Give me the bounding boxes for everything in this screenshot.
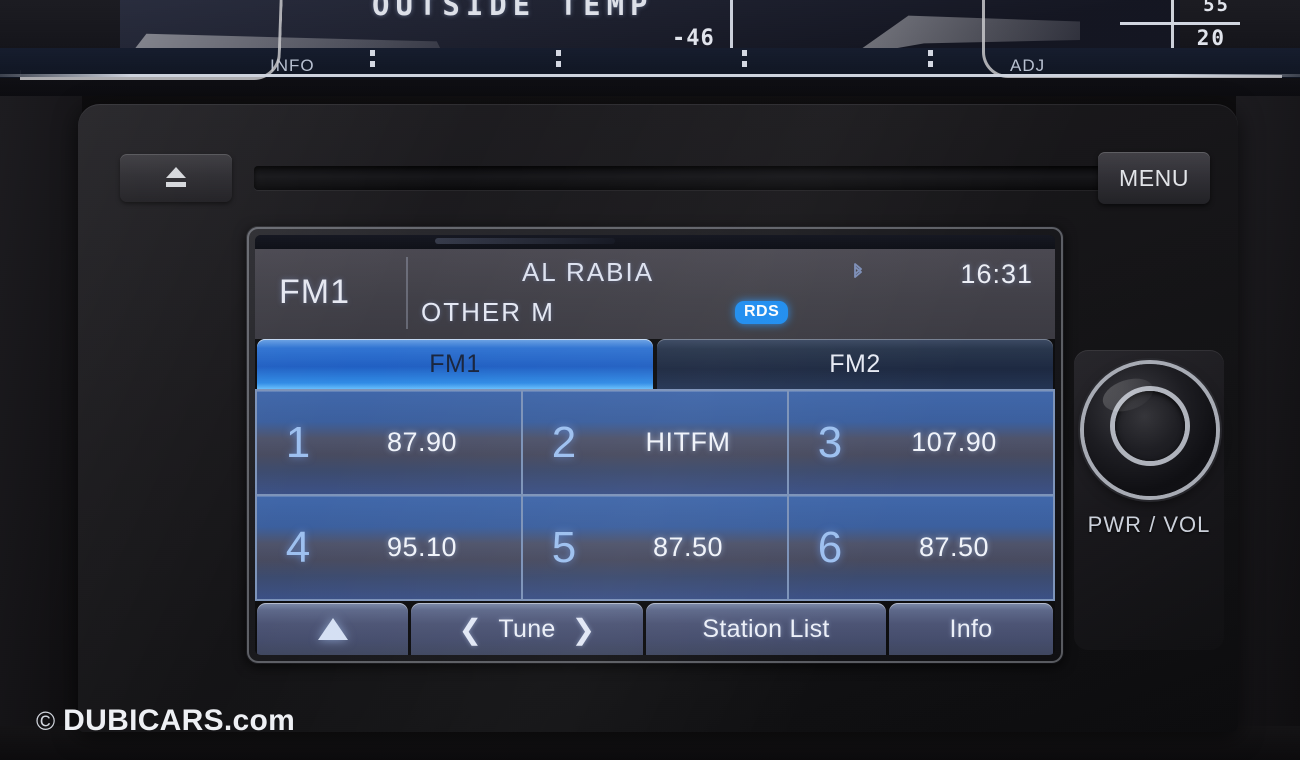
tab-fm1-label: FM1: [429, 349, 481, 378]
knob-inner-ring: [1115, 391, 1185, 461]
station-name: AL RABIA: [521, 257, 655, 287]
info-button[interactable]: Info: [889, 603, 1053, 655]
preset-1-number: 1: [285, 417, 311, 467]
tab-fm2-label: FM2: [829, 349, 881, 378]
preset-6-number: 6: [817, 522, 843, 572]
softkey-sep-4: [928, 50, 933, 74]
station-list-button[interactable]: Station List: [646, 603, 886, 655]
station-list-label: Station List: [702, 614, 830, 643]
head-unit: MENU FM1 AL RABIA OTHER M RDS 16:31 FM1 …: [78, 104, 1238, 732]
menu-button[interactable]: MENU: [1098, 152, 1210, 204]
cluster-bottom-trim: [0, 74, 1300, 77]
dash-panel-right: [1236, 96, 1300, 760]
triangle-up-icon: [317, 618, 348, 640]
preset-2-number: 2: [551, 417, 577, 467]
power-volume-knob[interactable]: [1084, 364, 1216, 496]
preset-4-number: 4: [285, 522, 311, 572]
screen-bezel: FM1 AL RABIA OTHER M RDS 16:31 FM1 FM2 1…: [246, 226, 1064, 664]
softkey-sep-2: [556, 50, 561, 74]
preset-button-3[interactable]: 3 107.90: [789, 391, 1053, 494]
menu-button-label: MENU: [1118, 164, 1190, 191]
tab-fm2[interactable]: FM2: [657, 339, 1053, 389]
rds-badge: RDS: [735, 301, 789, 324]
tune-control[interactable]: ❮ Tune ❯: [411, 603, 643, 655]
eject-icon: [163, 167, 189, 189]
preset-button-5[interactable]: 5 87.50: [523, 496, 787, 599]
preset-3-value: 107.90: [911, 427, 997, 457]
softkey-sep-1: [370, 50, 375, 74]
preset-button-1[interactable]: 1 87.90: [257, 391, 521, 494]
preset-1-value: 87.90: [386, 427, 458, 457]
chevron-right-icon[interactable]: ❯: [572, 613, 596, 646]
bluetooth-icon: [854, 263, 862, 278]
knob-panel: PWR / VOL: [1074, 350, 1224, 650]
tune-label: Tune: [498, 614, 556, 643]
preset-button-4[interactable]: 4 95.10: [257, 496, 521, 599]
status-header: FM1 AL RABIA OTHER M RDS 16:31: [255, 247, 1055, 339]
band-tab-bar: FM1 FM2: [255, 339, 1055, 389]
preset-grid: 1 87.90 2 HITFM 3 107.90 4 95.10 5 87.50…: [255, 389, 1055, 601]
watermark-text: DUBICARS.com: [63, 704, 296, 737]
knob-label: PWR / VOL: [1087, 512, 1211, 537]
preset-5-value: 87.50: [652, 532, 724, 562]
header-divider: [406, 257, 408, 329]
screen-glare: [255, 235, 1055, 249]
preset-button-2[interactable]: 2 HITFM: [523, 391, 787, 494]
cd-slot[interactable]: [254, 166, 1114, 190]
eject-button[interactable]: [120, 154, 232, 202]
radio-screen: FM1 AL RABIA OTHER M RDS 16:31 FM1 FM2 1…: [255, 247, 1055, 655]
preset-2-value: HITFM: [645, 427, 731, 457]
lcd-panel[interactable]: FM1 AL RABIA OTHER M RDS 16:31 FM1 FM2 1…: [255, 235, 1055, 655]
preset-5-number: 5: [551, 522, 577, 572]
info-label: Info: [949, 614, 993, 643]
clock: 16:31: [960, 259, 1033, 289]
cluster-chrome-trim-left: [19, 0, 285, 80]
watermark: © DUBICARS.com: [36, 704, 295, 738]
preset-3-number: 3: [817, 417, 843, 467]
preset-6-value: 87.50: [918, 532, 990, 562]
preset-button-6[interactable]: 6 87.50: [789, 496, 1053, 599]
cluster-chrome-trim-right: [982, 0, 1282, 78]
screenshot-root: OUTSIDE TEMP -46 55 20 INFO ADJ MENU FM1…: [0, 0, 1300, 760]
softkey-sep-3: [742, 50, 747, 74]
preset-4-value: 95.10: [386, 532, 458, 562]
soft-button-bar: ❮ Tune ❯ Station List Info: [255, 601, 1055, 655]
chevron-left-icon[interactable]: ❮: [459, 613, 483, 646]
program-type: OTHER M: [421, 297, 555, 327]
outside-temp-label: OUTSIDE TEMP: [372, 0, 654, 22]
scroll-up-button[interactable]: [257, 603, 408, 655]
current-band-label: FM1: [279, 273, 350, 311]
copyright-symbol: ©: [36, 705, 56, 736]
instrument-cluster: OUTSIDE TEMP -46 55 20 INFO ADJ: [0, 0, 1300, 96]
dash-panel-left: [0, 96, 82, 760]
tab-fm1[interactable]: FM1: [257, 339, 653, 389]
